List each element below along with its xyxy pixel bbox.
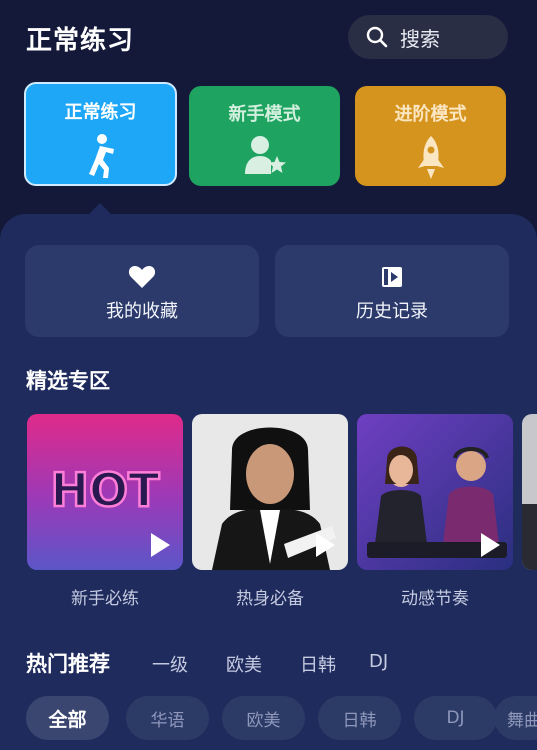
page-title: 正常练习	[26, 26, 135, 56]
featured-tile-warmup[interactable]	[192, 414, 348, 570]
heart-icon	[128, 266, 156, 288]
favorites-label: 我的收藏	[106, 301, 178, 322]
featured-caption: 新手必练	[71, 589, 139, 609]
genre-chip-all[interactable]: 全部	[26, 696, 109, 740]
genre-chip[interactable]: 日韩	[318, 696, 401, 740]
play-icon	[151, 533, 170, 557]
top-bar: 正常练习 搜索	[0, 0, 537, 76]
search-label: 搜索	[400, 26, 440, 51]
genre-chip-row: 全部 华语 欧美 日韩 DJ 舞曲	[0, 696, 537, 744]
featured-tile-partial[interactable]	[522, 414, 537, 570]
favorites-button[interactable]: 我的收藏	[25, 245, 259, 337]
partial-photo	[522, 414, 537, 570]
play-icon	[481, 533, 500, 557]
history-label: 历史记录	[356, 301, 428, 322]
genre-chip[interactable]: 舞曲	[494, 696, 537, 740]
featured-list: HOT 新手必练 热身必备 动感节奏	[0, 414, 537, 614]
featured-section-title: 精选专区	[26, 369, 110, 393]
featured-caption: 动感节奏	[401, 589, 469, 609]
genre-chip[interactable]: 华语	[126, 696, 209, 740]
search-button[interactable]: 搜索	[348, 15, 508, 59]
mode-label: 正常练习	[64, 102, 137, 123]
mode-beginner-button[interactable]: 新手模式	[189, 86, 340, 186]
featured-tile-rhythm[interactable]	[357, 414, 513, 570]
user-star-icon	[244, 136, 286, 174]
panel-pointer	[88, 203, 112, 215]
hot-section-title: 热门推荐	[26, 652, 110, 676]
genre-chip[interactable]: DJ	[414, 696, 497, 740]
mode-normal-button[interactable]: 正常练习	[24, 82, 177, 186]
history-play-icon	[382, 267, 402, 287]
play-icon	[316, 533, 335, 557]
mode-label: 进阶模式	[394, 104, 467, 125]
hot-recommend-header: 热门推荐 一级 欧美 日韩 DJ	[0, 648, 537, 684]
mode-label: 新手模式	[228, 104, 301, 125]
genre-chip[interactable]: 欧美	[222, 696, 305, 740]
filter-tab[interactable]: 一级	[152, 651, 188, 677]
featured-caption: 热身必备	[236, 589, 304, 609]
search-icon	[366, 26, 388, 48]
mode-selector: 正常练习 新手模式 进阶模式	[0, 82, 537, 192]
rocket-icon	[417, 136, 444, 179]
filter-tab[interactable]: DJ	[369, 651, 388, 672]
svg-text:HOT: HOT	[51, 463, 161, 517]
runner-icon	[88, 134, 114, 178]
filter-tab[interactable]: 日韩	[300, 651, 336, 677]
filter-tab[interactable]: 欧美	[226, 651, 262, 677]
featured-tile-beginner[interactable]: HOT	[27, 414, 183, 570]
history-button[interactable]: 历史记录	[275, 245, 509, 337]
mode-advanced-button[interactable]: 进阶模式	[355, 86, 506, 186]
